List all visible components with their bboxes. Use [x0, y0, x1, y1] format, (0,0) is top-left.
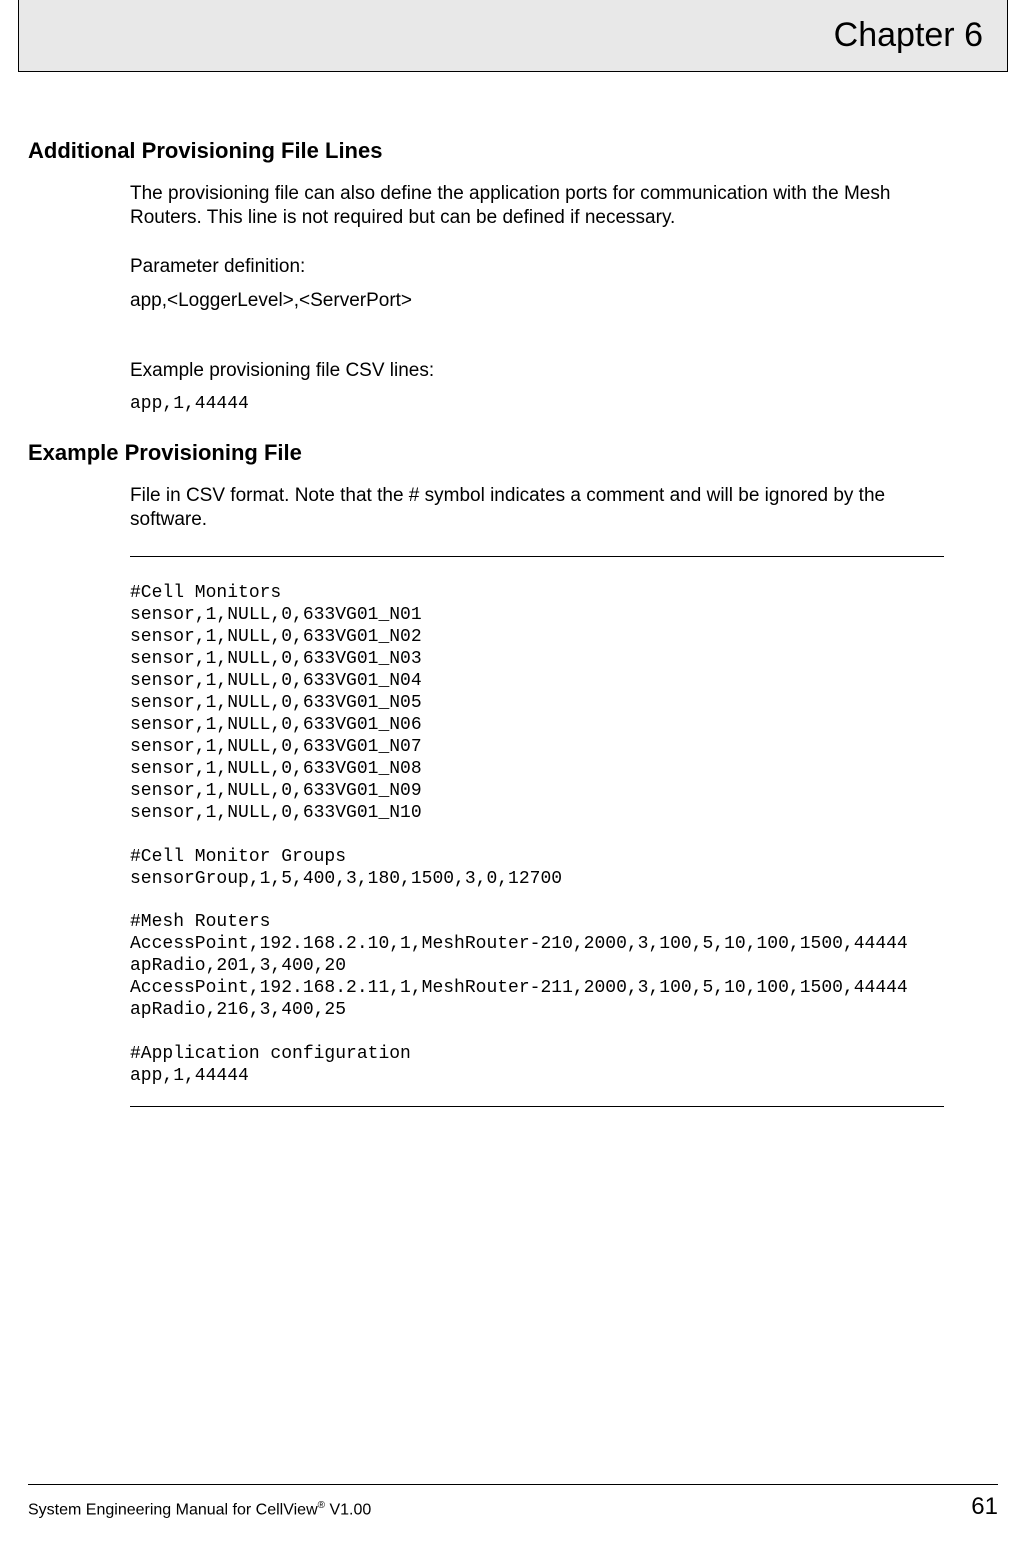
section-heading-additional: Additional Provisioning File Lines: [28, 138, 944, 164]
footer-left-post: V1.00: [325, 1501, 371, 1518]
section2-body: File in CSV format. Note that the # symb…: [130, 484, 944, 1108]
page-footer: System Engineering Manual for CellView® …: [28, 1484, 998, 1521]
s1-p3: app,<LoggerLevel>,<ServerPort>: [130, 289, 944, 313]
footer-left: System Engineering Manual for CellView® …: [28, 1500, 371, 1519]
content-area: Additional Provisioning File Lines The p…: [0, 72, 1026, 1107]
section1-body: The provisioning file can also define th…: [130, 182, 944, 416]
s1-p1: The provisioning file can also define th…: [130, 182, 944, 231]
s2-p1: File in CSV format. Note that the # symb…: [130, 484, 944, 533]
csv-content: #Cell Monitors sensor,1,NULL,0,633VG01_N…: [130, 557, 944, 1088]
s1-p5: app,1,44444: [130, 394, 944, 416]
csv-box: #Cell Monitors sensor,1,NULL,0,633VG01_N…: [130, 556, 944, 1107]
chapter-title: Chapter 6: [834, 16, 983, 55]
chapter-header: Chapter 6: [18, 0, 1008, 72]
s1-p4: Example provisioning file CSV lines:: [130, 359, 944, 383]
section-heading-example: Example Provisioning File: [28, 440, 944, 466]
page-number: 61: [971, 1493, 998, 1521]
s1-p2: Parameter definition:: [130, 255, 944, 279]
footer-left-pre: System Engineering Manual for CellView: [28, 1501, 318, 1518]
page: Chapter 6 Additional Provisioning File L…: [0, 0, 1026, 1557]
registered-mark: ®: [318, 1500, 325, 1511]
